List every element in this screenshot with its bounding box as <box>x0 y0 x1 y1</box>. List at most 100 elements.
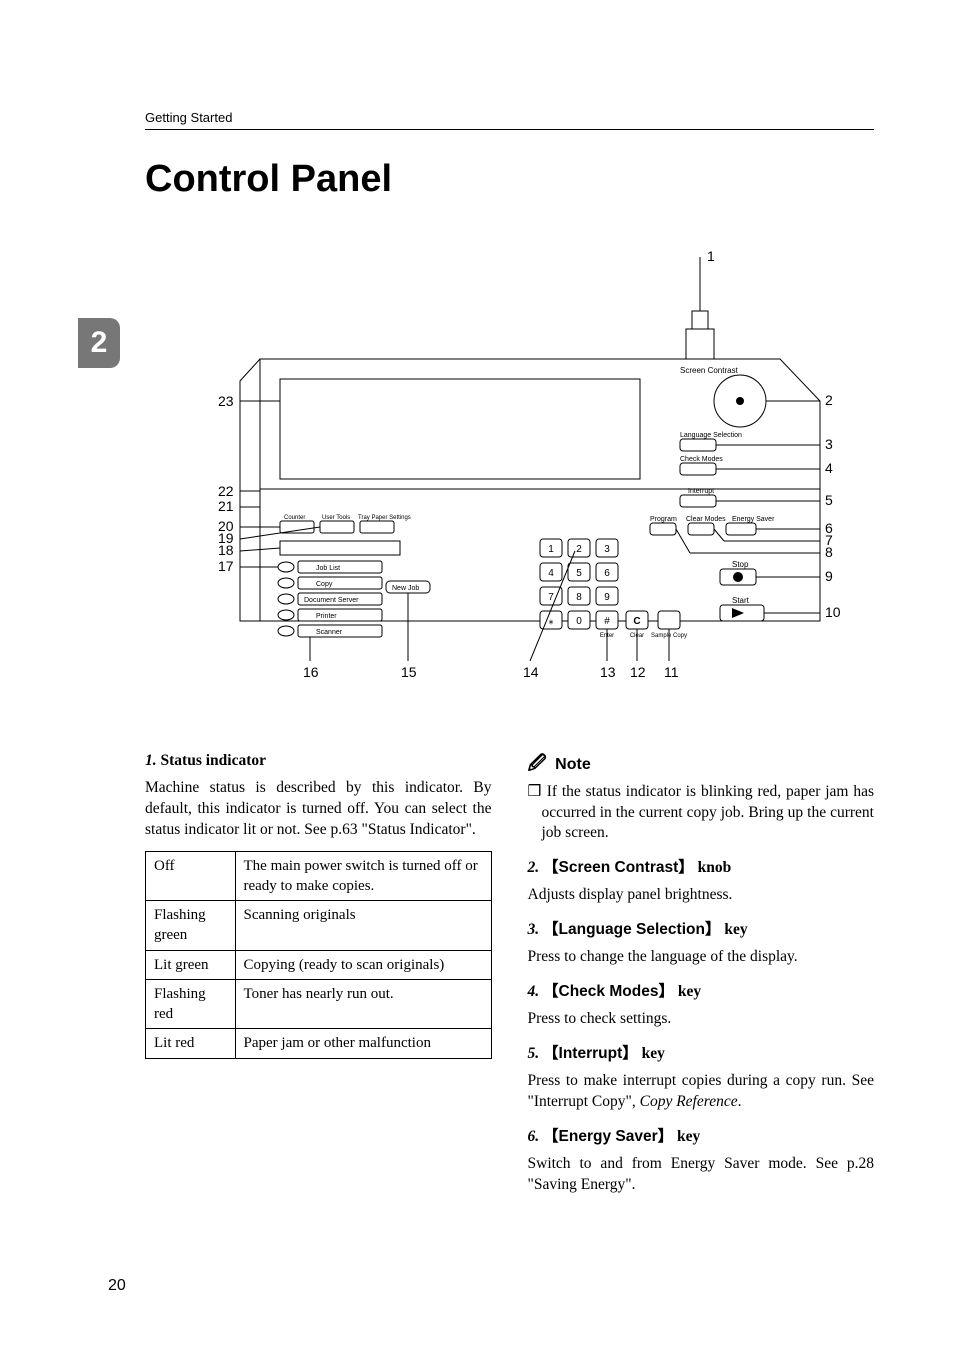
item3-num: 3. <box>528 921 540 938</box>
item1-num: 1. <box>145 752 157 769</box>
callout-18: 18 <box>218 542 234 558</box>
label-tray: Tray Paper Settings <box>358 515 411 521</box>
callout-4: 4 <box>825 460 833 476</box>
item3-suffix: key <box>724 921 747 938</box>
callout-15: 15 <box>401 664 417 680</box>
bracket-icon: 【 <box>543 859 559 876</box>
label-scanner: Scanner <box>316 629 343 636</box>
table-row: Lit redPaper jam or other malfunction <box>146 1029 492 1058</box>
svg-text:9: 9 <box>604 592 610 603</box>
callout-12: 12 <box>630 664 646 680</box>
bracket-icon: 】 <box>658 983 677 1000</box>
item6-num: 6. <box>528 1128 540 1145</box>
label-stop: Stop <box>732 560 749 569</box>
bracket-icon: 【 <box>543 921 559 938</box>
callout-5: 5 <box>825 492 833 508</box>
table-row: Flashing redToner has nearly run out. <box>146 979 492 1029</box>
label-copy: Copy <box>316 581 333 588</box>
svg-text:⁎: ⁎ <box>548 616 553 627</box>
bullet-icon: ❒ <box>528 783 547 800</box>
svg-text:5: 5 <box>576 568 582 579</box>
item5-body-c: . <box>738 1093 742 1110</box>
callout-23: 23 <box>218 393 234 409</box>
label-language: Language Selection <box>680 432 742 439</box>
label-newjob: New Job <box>392 585 419 592</box>
callout-8: 8 <box>825 544 833 560</box>
table-row: Flashing greenScanning originals <box>146 901 492 951</box>
bracket-icon: 【 <box>543 1128 559 1145</box>
label-counter: Counter <box>284 515 305 521</box>
running-header: Getting Started <box>145 110 874 130</box>
bracket-icon: 】 <box>622 1045 641 1062</box>
callout-9: 9 <box>825 568 833 584</box>
note-body: If the status indicator is blinking red,… <box>542 783 875 842</box>
label-program: Program <box>650 516 677 523</box>
item6-suffix: key <box>677 1128 700 1145</box>
item2-key: Screen Contrast <box>559 859 679 876</box>
svg-text:8: 8 <box>576 592 582 603</box>
item5-num: 5. <box>528 1045 540 1062</box>
page-title: Control Panel <box>145 158 874 201</box>
note-label: Note <box>555 756 591 773</box>
bracket-icon: 【 <box>543 1045 559 1062</box>
label-clear-modes: Clear Modes <box>686 516 726 523</box>
callout-21: 21 <box>218 498 234 514</box>
callout-14: 14 <box>523 664 539 680</box>
svg-text:7: 7 <box>548 592 554 603</box>
bracket-icon: 】 <box>705 921 724 938</box>
callout-3: 3 <box>825 436 833 452</box>
table-row: OffThe main power switch is turned off o… <box>146 851 492 901</box>
item6-body: Switch to and from Energy Saver mode. Se… <box>528 1154 875 1196</box>
item4-key: Check Modes <box>559 983 659 1000</box>
item6-key: Energy Saver <box>559 1128 658 1145</box>
svg-text:2: 2 <box>576 544 582 555</box>
note-icon: 🖉 <box>528 753 547 773</box>
item5-body-b: Copy Reference <box>640 1093 738 1110</box>
callout-16: 16 <box>303 664 319 680</box>
right-column: 🖉 Note ❒ If the status indicator is blin… <box>528 751 875 1195</box>
item5-key: Interrupt <box>559 1045 623 1062</box>
callout-11: 11 <box>664 664 679 680</box>
bracket-icon: 【 <box>543 983 559 1000</box>
control-panel-diagram: 1 Screen Contrast 2 Language Selection 3… <box>180 241 840 721</box>
item3-body: Press to change the language of the disp… <box>528 947 875 968</box>
svg-text:1: 1 <box>548 544 554 555</box>
svg-text:0: 0 <box>576 616 582 627</box>
status-table: OffThe main power switch is turned off o… <box>145 851 492 1059</box>
item2-num: 2. <box>528 859 540 876</box>
bracket-icon: 】 <box>678 859 697 876</box>
callout-22: 22 <box>218 483 234 499</box>
callout-2: 2 <box>825 392 833 408</box>
callout-13: 13 <box>600 664 616 680</box>
svg-text:#: # <box>604 616 610 627</box>
svg-text:C: C <box>633 616 640 627</box>
chapter-tab: 2 <box>78 318 120 368</box>
item2-body: Adjusts display panel brightness. <box>528 885 875 906</box>
label-screen-contrast: Screen Contrast <box>680 366 739 375</box>
svg-text:6: 6 <box>604 568 610 579</box>
svg-text:3: 3 <box>604 544 610 555</box>
label-joblist: Job List <box>316 565 340 572</box>
label-check-modes: Check Modes <box>680 456 723 463</box>
callout-17: 17 <box>218 558 234 574</box>
item5-suffix: key <box>642 1045 665 1062</box>
item1-body: Machine status is described by this indi… <box>145 778 492 841</box>
table-row: Lit greenCopying (ready to scan original… <box>146 950 492 979</box>
label-energy: Energy Saver <box>732 516 775 523</box>
bracket-icon: 】 <box>658 1128 677 1145</box>
item4-body: Press to check settings. <box>528 1009 875 1030</box>
item1-title: Status indicator <box>161 752 267 769</box>
item2-suffix: knob <box>698 859 732 876</box>
label-start: Start <box>732 596 750 605</box>
svg-text:4: 4 <box>548 568 554 579</box>
label-interrupt: Interrupt <box>688 488 714 495</box>
page-number: 20 <box>108 1277 126 1295</box>
item3-key: Language Selection <box>559 921 705 938</box>
item4-num: 4. <box>528 983 540 1000</box>
label-usertools: User Tools <box>322 515 350 521</box>
label-docserver: Document Server <box>304 597 359 604</box>
callout-10: 10 <box>825 604 840 620</box>
callout-1: 1 <box>707 248 715 264</box>
label-printer: Printer <box>316 613 337 620</box>
left-column: 1. Status indicator Machine status is de… <box>145 751 492 1195</box>
